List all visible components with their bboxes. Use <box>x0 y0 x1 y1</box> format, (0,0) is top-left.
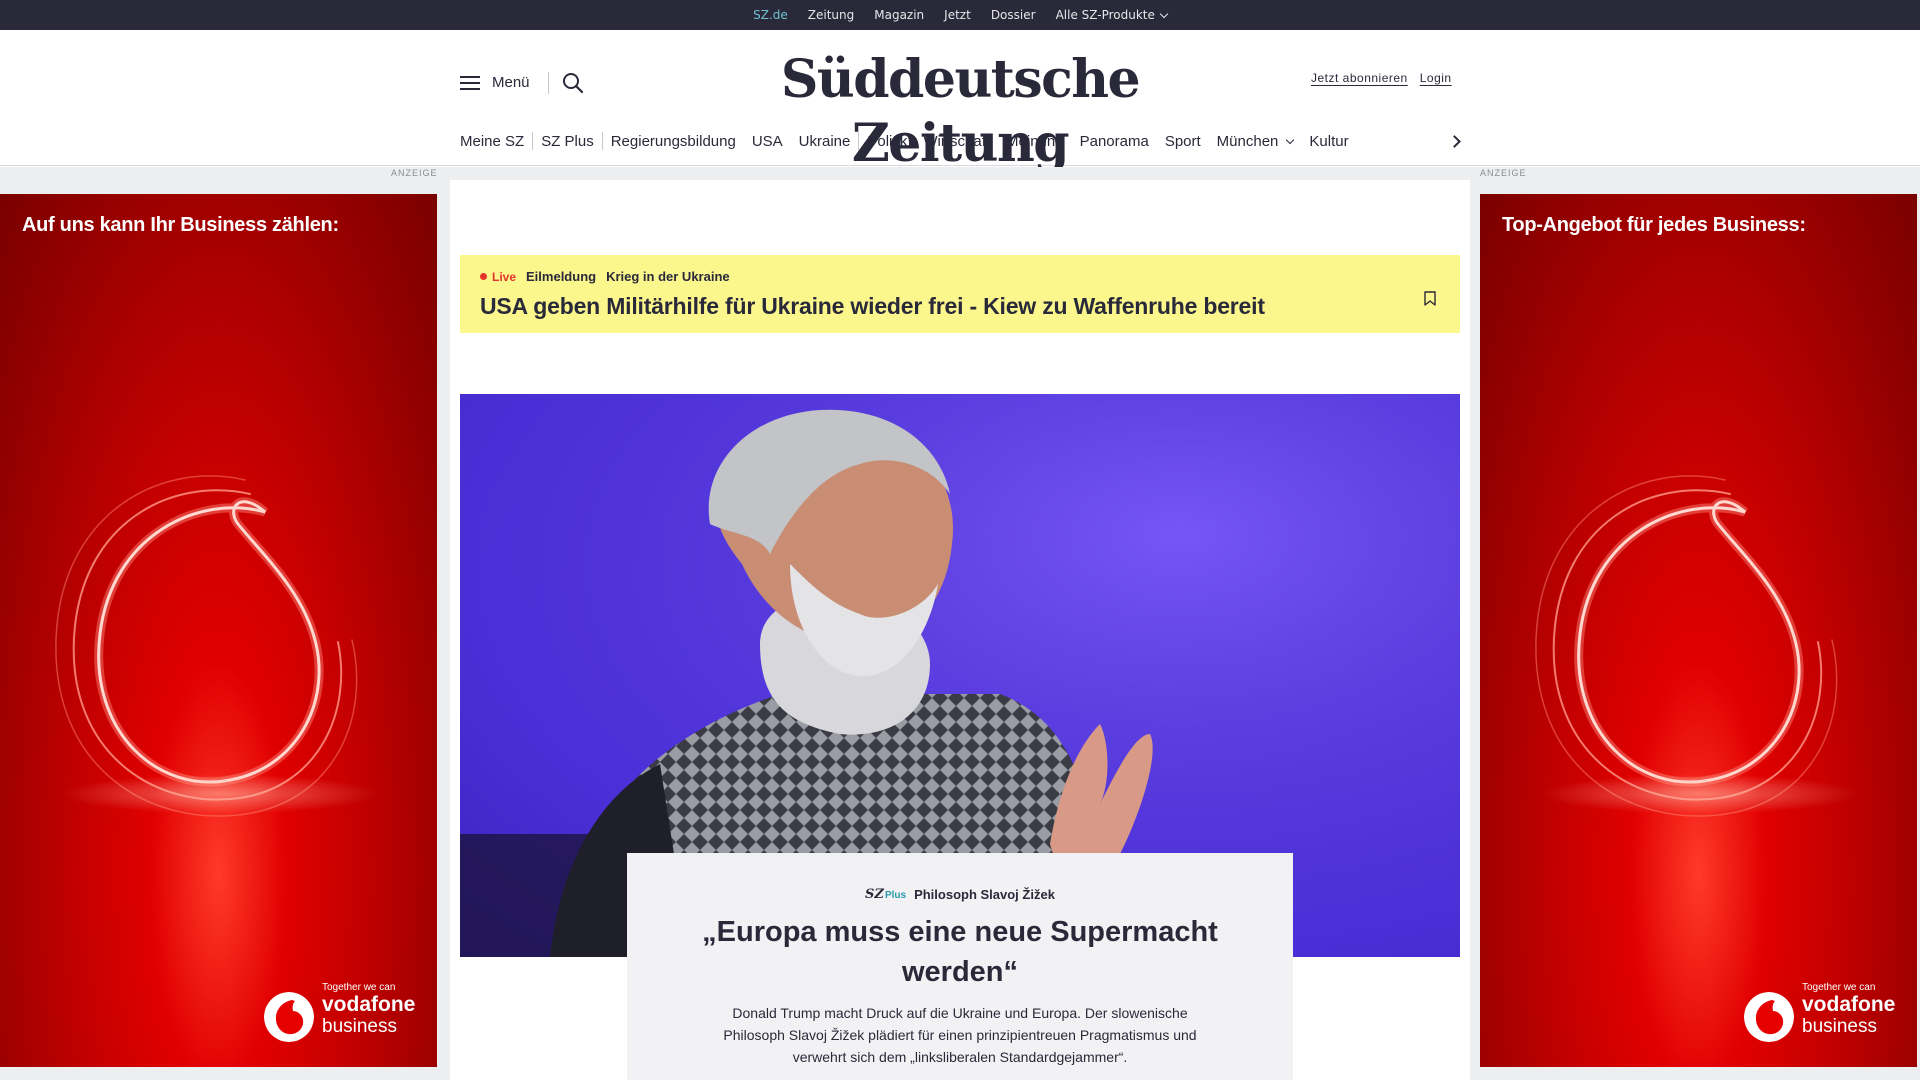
topbar-link-dossier[interactable]: Dossier <box>991 8 1036 22</box>
topic-tag: Krieg in der Ukraine <box>606 269 730 284</box>
ad-tagline: Together we can <box>322 982 396 993</box>
breaking-news-banner[interactable]: Live Eilmeldung Krieg in der Ukraine USA… <box>460 255 1460 333</box>
chevron-down-icon <box>1159 9 1169 18</box>
ad-label-left: ANZEIGE <box>391 168 438 178</box>
live-dot-icon <box>480 273 487 280</box>
ad-headline: Auf uns kann Ihr Business zählen: <box>22 214 339 236</box>
nav-item-wirtschaft[interactable]: Wirtschaft <box>915 133 998 150</box>
nav-item-sport[interactable]: Sport <box>1157 133 1209 150</box>
vodafone-speechmark-icon <box>1535 475 1838 817</box>
breaking-headline: USA geben Militärhilfe für Ukraine wiede… <box>480 293 1265 319</box>
topbar-link-magazin[interactable]: Magazin <box>874 8 924 22</box>
nav-item-label: München <box>1216 132 1279 150</box>
topbar-link-label: Jetzt <box>944 8 971 22</box>
live-label: Live <box>492 269 517 284</box>
bookmark-icon[interactable] <box>1424 291 1436 306</box>
service-bar: SZ.de Zeitung Magazin Jetzt Dossier Alle… <box>0 0 1920 32</box>
nav-item-politik[interactable]: Politik <box>859 133 915 150</box>
site-header: Menü Süddeutsche Zeitung Jetzt abonniere… <box>0 30 1920 174</box>
nav-item-label: Ukraine <box>798 132 851 150</box>
chevron-down-icon[interactable] <box>1286 135 1295 144</box>
sz-plus-word: Plus <box>884 890 907 901</box>
nav-item-label: Meinung <box>1006 132 1064 150</box>
ad-brand-sub: business <box>1802 1016 1877 1037</box>
main-navigation: Meine SZ SZ Plus Regierungsbildung USA U… <box>460 130 1357 152</box>
ad-banner-left[interactable]: Auf uns kann Ihr Business zählen: Togeth… <box>0 194 437 1067</box>
ad-light-glow <box>60 774 380 814</box>
topbar-link-alle-produkte[interactable]: Alle SZ-Produkte <box>1055 8 1169 22</box>
sz-plus-sz: SZ <box>865 887 884 902</box>
topbar-link-zeitung[interactable]: Zeitung <box>808 8 854 22</box>
chevron-right-icon[interactable] <box>1448 134 1462 148</box>
topbar-link-label: Alle SZ-Produkte <box>1055 8 1155 22</box>
nav-item-label: Politik <box>867 132 908 150</box>
article-teaser[interactable]: SZ Plus Philosoph Slavoj Žižek „Europa mu… <box>627 853 1293 1080</box>
nav-item-meine-sz[interactable]: Meine SZ <box>460 133 532 150</box>
live-badge: Live <box>480 270 516 284</box>
ad-banner-right[interactable]: Top-Angebot für jedes Business: Together… <box>1480 194 1917 1067</box>
nav-item-muenchen[interactable]: München <box>1209 133 1302 150</box>
breaking-meta: Live Eilmeldung Krieg in der Ukraine <box>480 269 730 284</box>
nav-item-label: Panorama <box>1079 132 1149 150</box>
vodafone-speechmark-icon <box>55 475 358 817</box>
topbar-link-label: SZ.de <box>753 8 788 22</box>
nav-item-regierungsbildung[interactable]: Regierungsbildung <box>603 133 744 150</box>
vodafone-logo-icon <box>264 992 314 1042</box>
nav-item-label: Kultur <box>1309 132 1349 150</box>
topbar-link-jetzt[interactable]: Jetzt <box>944 8 971 22</box>
site-logo[interactable]: Süddeutsche Zeitung <box>720 48 1200 176</box>
nav-item-usa[interactable]: USA <box>744 133 791 150</box>
nav-item-sz-plus[interactable]: SZ Plus <box>533 133 602 150</box>
ad-headline: Top-Angebot für jedes Business: <box>1502 214 1806 236</box>
nav-item-label: USA <box>751 132 783 150</box>
nav-item-label: SZ Plus <box>541 132 594 150</box>
topbar-link-sz-de[interactable]: SZ.de <box>753 8 788 32</box>
teaser-kicker: SZ Plus Philosoph Slavoj Žižek <box>627 887 1293 902</box>
topbar-link-label: Magazin <box>874 8 925 22</box>
account-links: Jetzt abonnieren Login <box>1311 71 1452 85</box>
menu-icon <box>460 75 480 90</box>
nav-item-kultur[interactable]: Kultur <box>1301 133 1356 150</box>
nav-item-meinung[interactable]: Meinung <box>998 133 1072 150</box>
topbar-link-label: Dossier <box>990 8 1036 22</box>
vodafone-logo-icon <box>1744 992 1794 1042</box>
search-icon[interactable] <box>562 72 584 94</box>
header-divider <box>548 72 549 94</box>
nav-item-ukraine[interactable]: Ukraine <box>791 133 859 150</box>
ad-label-right: ANZEIGE <box>1480 168 1527 178</box>
topbar-link-label: Zeitung <box>807 8 855 22</box>
ad-tagline: Together we can <box>1802 982 1876 993</box>
breaking-tag: Eilmeldung <box>526 269 597 284</box>
nav-item-label: Sport <box>1164 132 1201 150</box>
sz-plus-badge: SZ Plus <box>865 887 906 902</box>
ad-brand-sub: business <box>322 1016 397 1037</box>
login-link[interactable]: Login <box>1420 71 1452 85</box>
nav-item-panorama[interactable]: Panorama <box>1072 133 1157 150</box>
nav-item-label: Wirtschaft <box>923 132 991 150</box>
ad-brand: vodafone <box>1802 993 1896 1016</box>
menu-button[interactable]: Menü <box>460 74 530 91</box>
ad-light-glow <box>1540 774 1860 814</box>
subscribe-link[interactable]: Jetzt abonnieren <box>1311 71 1408 85</box>
teaser-kicker-label: Philosoph Slavoj Žižek <box>914 887 1055 902</box>
nav-item-label: Meine SZ <box>460 132 525 150</box>
menu-label: Menü <box>492 74 530 91</box>
teaser-title: „Europa muss eine neue Supermacht werden… <box>702 916 1218 988</box>
nav-item-label: Regierungsbildung <box>610 132 736 150</box>
ad-brand: vodafone <box>322 993 416 1016</box>
teaser-summary: Donald Trump macht Druck auf die Ukraine… <box>723 1005 1197 1065</box>
